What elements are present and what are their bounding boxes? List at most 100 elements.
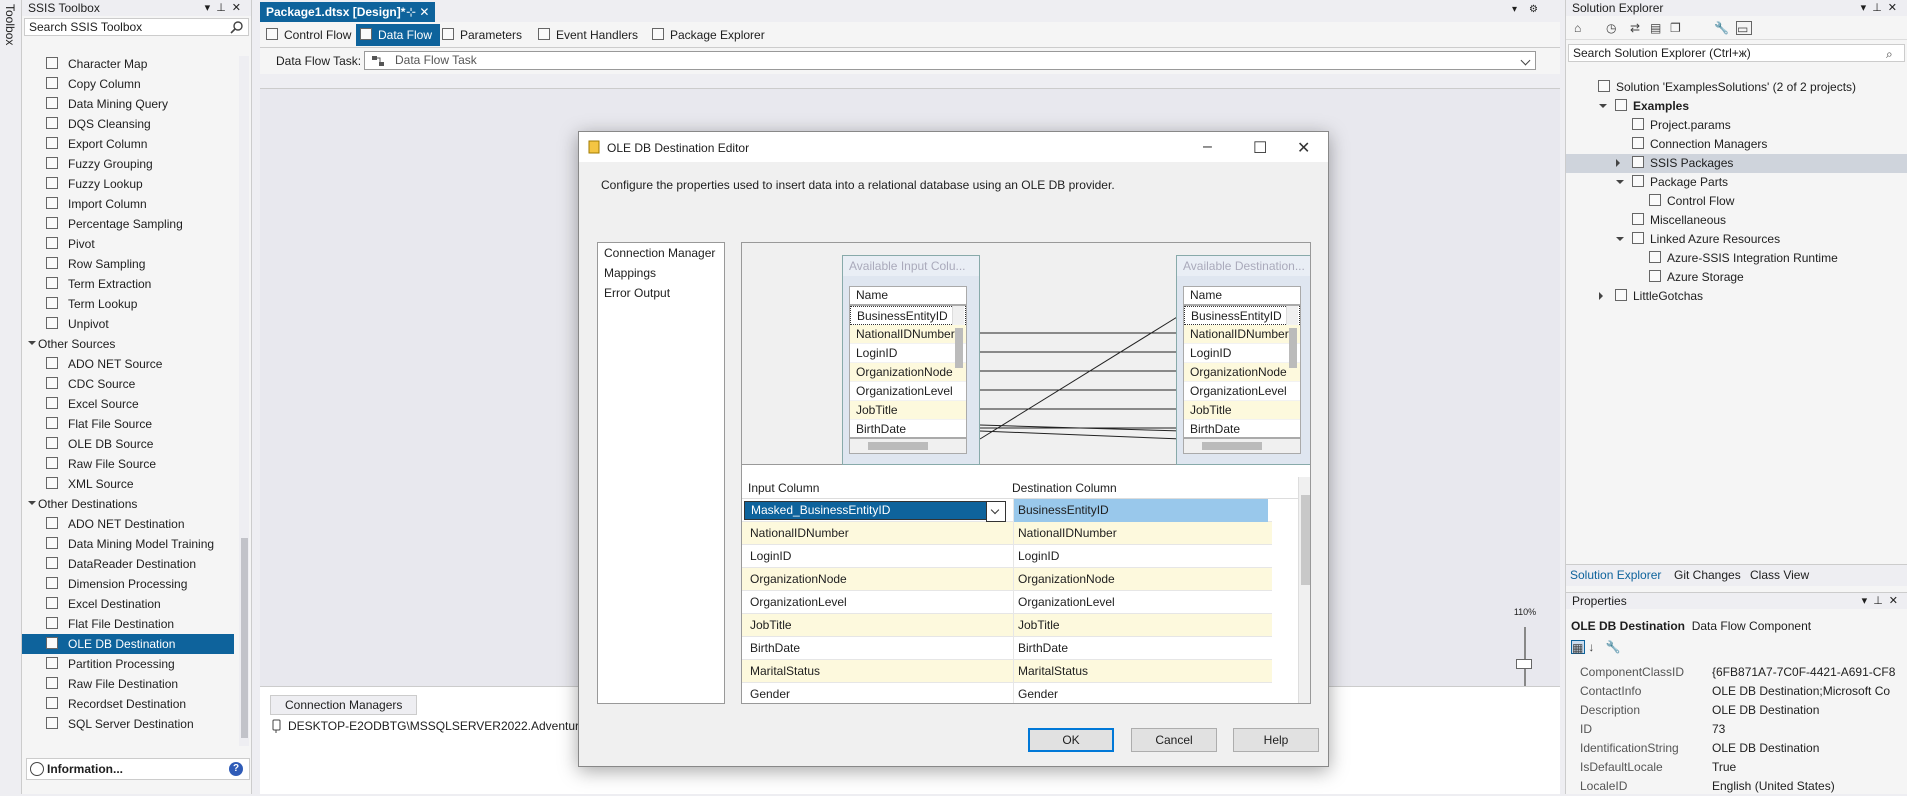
dropdown-icon[interactable]: ▾ (1861, 2, 1873, 14)
input-column-cell[interactable]: OrganizationNode (750, 568, 1005, 591)
toolbox-item[interactable]: Excel Source (22, 394, 234, 414)
tab-control-flow[interactable]: Control Flow (262, 24, 359, 46)
destination-column-cell[interactable]: BirthDate (1013, 637, 1268, 660)
toolbox-item[interactable]: Pivot (22, 234, 234, 254)
home-icon[interactable]: ⌂ (1574, 21, 1588, 35)
toolbox-item[interactable]: Unpivot (22, 314, 234, 334)
mapping-row[interactable]: LoginID LoginID (742, 545, 1272, 568)
toolbox-item[interactable]: Raw File Destination (22, 674, 234, 694)
collapse-icon[interactable] (30, 762, 44, 776)
available-input-columns-box[interactable]: Available Input Colu... Name BusinessEnt… (842, 255, 980, 465)
toolbox-item[interactable]: Copy Column (22, 74, 234, 94)
toolbox-group-other-destinations[interactable]: Other Destinations (22, 494, 234, 514)
nav-mappings[interactable]: Mappings (598, 263, 724, 283)
mapping-row[interactable]: Gender Gender (742, 683, 1272, 703)
column-item[interactable]: JobTitle (850, 401, 966, 420)
mapping-row[interactable]: MaritalStatus MaritalStatus (742, 660, 1272, 683)
available-destination-columns-box[interactable]: Available Destination... Name BusinessEn… (1176, 255, 1310, 465)
destination-column-cell[interactable]: OrganizationLevel (1013, 591, 1268, 614)
column-item[interactable]: NationalIDNumber (850, 325, 966, 344)
column-item[interactable]: LoginID (850, 344, 966, 363)
connection-managers-tab[interactable]: Connection Managers (270, 695, 418, 715)
tree-node[interactable]: Azure-SSIS Integration Runtime (1566, 249, 1907, 268)
toolbox-item[interactable]: SQL Server Destination (22, 714, 234, 734)
toolbox-scroll-thumb[interactable] (241, 538, 248, 738)
toolbox-item[interactable]: Row Sampling (22, 254, 234, 274)
property-pages-icon[interactable]: 🔧 (1606, 640, 1621, 654)
tab-list-icon[interactable]: ▾ (1512, 4, 1529, 15)
bottom-tab-class-view[interactable]: Class View (1750, 568, 1809, 582)
task-select[interactable]: Data Flow Task (364, 51, 1536, 70)
tab-data-flow[interactable]: Data Flow (356, 24, 441, 46)
tree-node[interactable]: Control Flow (1566, 192, 1907, 211)
toolbox-item[interactable]: Data Mining Query (22, 94, 234, 114)
dest-hscroll[interactable] (1183, 438, 1301, 454)
toolbox-item[interactable]: Fuzzy Lookup (22, 174, 234, 194)
input-hscroll-thumb[interactable] (868, 442, 928, 450)
toolbox-item[interactable]: Fuzzy Grouping (22, 154, 234, 174)
copy-icon[interactable]: ❐ (1670, 21, 1684, 35)
information-section[interactable]: Information... ? (26, 758, 250, 780)
toolbox-item[interactable]: Dimension Processing (22, 574, 234, 594)
tree-node[interactable]: Solution 'ExamplesSolutions' (2 of 2 pro… (1566, 78, 1907, 97)
toolbox-item[interactable]: XML Source (22, 474, 234, 494)
toolbox-item[interactable]: ADO NET Destination (22, 514, 234, 534)
tree-node[interactable]: Project.params (1566, 116, 1907, 135)
input-column-cell[interactable]: JobTitle (750, 614, 1005, 637)
column-list-scroll-thumb[interactable] (955, 328, 963, 368)
input-column-cell[interactable]: OrganizationLevel (750, 591, 1005, 614)
settings-icon[interactable]: ⚙ (1529, 4, 1550, 15)
toolbox-strip[interactable]: Toolbox (0, 0, 22, 794)
property-row[interactable]: ContactInfo OLE DB Destination;Microsoft … (1580, 682, 1906, 701)
properties-object-select[interactable]: OLE DB Destination Data Flow Component (1571, 619, 1811, 633)
toolbox-item[interactable]: DataReader Destination (22, 554, 234, 574)
destination-column-cell[interactable]: OrganizationNode (1013, 568, 1268, 591)
property-row[interactable]: IdentificationString OLE DB Destination (1580, 739, 1906, 758)
toolbox-item[interactable]: Flat File Source (22, 414, 234, 434)
column-item[interactable]: BirthDate (1184, 420, 1300, 437)
input-hscroll[interactable] (849, 438, 967, 454)
pin-icon[interactable]: ⊥ (1873, 595, 1889, 607)
input-column-cell[interactable]: Masked_BusinessEntityID (744, 501, 1006, 522)
help-icon[interactable]: ? (229, 762, 243, 776)
toolbox-item[interactable]: Term Extraction (22, 274, 234, 294)
nav-error-output[interactable]: Error Output (598, 283, 724, 303)
mapping-diagram[interactable]: Available Input Colu... Name BusinessEnt… (742, 243, 1310, 465)
wrench-icon[interactable]: 🔧 (1714, 21, 1729, 35)
dest-hscroll-thumb[interactable] (1202, 442, 1262, 450)
toolbox-search-input[interactable]: Search SSIS Toolbox (24, 18, 249, 36)
close-icon[interactable]: ✕ (1889, 595, 1904, 607)
column-list-scrollbar[interactable] (952, 306, 964, 368)
connection-item[interactable]: DESKTOP-E2ODBTG\MSSQLSERVER2022.Adventur… (270, 719, 603, 733)
tab-package-explorer[interactable]: Package Explorer (648, 24, 773, 46)
tab-event-handlers[interactable]: Event Handlers (534, 24, 646, 46)
property-row[interactable]: ComponentClassID {6FB871A7-7C0F-4421-A691… (1580, 663, 1906, 682)
destination-column-cell[interactable]: LoginID (1013, 545, 1268, 568)
mapping-row[interactable]: OrganizationLevel OrganizationLevel (742, 591, 1272, 614)
mapping-row[interactable]: JobTitle JobTitle (742, 614, 1272, 637)
alphabetical-icon[interactable]: ↓ (1588, 640, 1602, 654)
tree-node[interactable]: Linked Azure Resources (1566, 230, 1907, 249)
column-list-scrollbar[interactable] (1286, 306, 1298, 368)
toolbox-item[interactable]: Character Map (22, 54, 234, 74)
column-item[interactable]: BirthDate (850, 420, 966, 437)
column-item[interactable]: NationalIDNumber (1184, 325, 1300, 344)
mapping-row[interactable]: Masked_BusinessEntityID BusinessEntityID (742, 499, 1272, 522)
close-tab-icon[interactable]: ⊹ ✕ (406, 2, 429, 22)
help-button[interactable]: Help (1233, 728, 1319, 752)
toolbox-item[interactable]: ADO NET Source (22, 354, 234, 374)
column-item[interactable]: OrganizationLevel (1184, 382, 1300, 401)
toolbox-item[interactable]: Recordset Destination (22, 694, 234, 714)
toolbox-item[interactable]: Data Mining Model Training (22, 534, 234, 554)
column-item[interactable]: BusinessEntityID (850, 306, 966, 325)
preview-icon[interactable]: ▭ (1736, 21, 1752, 36)
ok-button[interactable]: OK (1028, 728, 1114, 752)
destination-column-cell[interactable]: NationalIDNumber (1013, 522, 1268, 545)
tree-node[interactable]: LittleGotchas (1566, 287, 1907, 306)
property-row[interactable]: Description OLE DB Destination (1580, 701, 1906, 720)
toolbox-item[interactable]: Flat File Destination (22, 614, 234, 634)
search-icon[interactable] (230, 20, 244, 34)
column-item[interactable]: OrganizationNode (850, 363, 966, 382)
search-icon[interactable]: ⌕ (1886, 46, 1900, 61)
dropdown-icon[interactable]: ▾ (1862, 595, 1874, 607)
